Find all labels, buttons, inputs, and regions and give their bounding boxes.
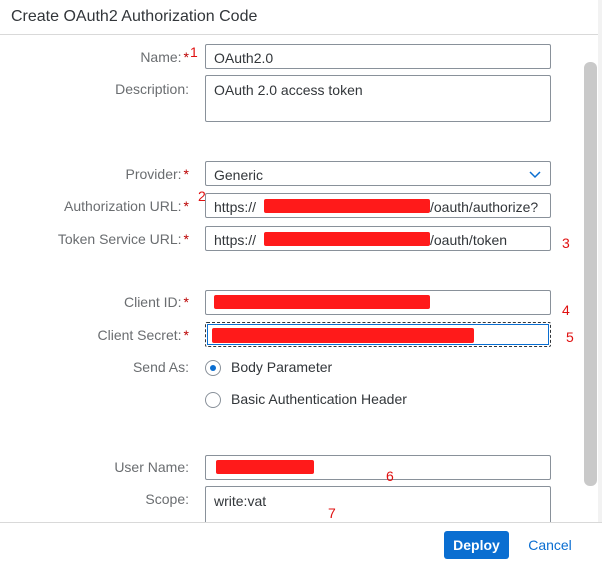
redaction-mark: [216, 460, 314, 474]
name-input[interactable]: OAuth2.0: [205, 44, 551, 69]
user-name-input[interactable]: [205, 455, 551, 480]
chevron-down-icon[interactable]: [528, 167, 542, 181]
redaction-mark: [212, 328, 474, 343]
scrollbar[interactable]: [584, 62, 597, 486]
radio-unselected-icon[interactable]: [205, 392, 221, 408]
dialog-header: Create OAuth2 Authorization Code: [0, 0, 602, 35]
authorization-url-input[interactable]: https:// /oauth/authorize?: [205, 193, 551, 218]
token-service-url-input[interactable]: https:// /oauth/token: [205, 226, 551, 251]
redaction-mark: [264, 232, 430, 246]
annotation-7: 7: [328, 505, 336, 521]
authorization-url-label: Authorization URL: *: [64, 198, 189, 214]
send-as-label: Send As:: [132, 359, 189, 375]
user-name-label: User Name:: [114, 459, 189, 475]
annotation-4: 4: [562, 302, 570, 318]
provider-select[interactable]: Generic: [205, 161, 551, 186]
required-marker: *: [183, 49, 189, 65]
client-secret-input[interactable]: [205, 322, 551, 347]
radio-selected-icon[interactable]: [205, 360, 221, 376]
description-label: Description:: [115, 81, 189, 97]
redaction-mark: [264, 199, 430, 213]
name-label: Name: *: [140, 49, 189, 65]
deploy-button[interactable]: Deploy: [444, 531, 509, 559]
redaction-mark: [214, 295, 430, 309]
background-edge: [598, 0, 602, 566]
scope-label: Scope:: [145, 491, 189, 507]
annotation-3: 3: [562, 235, 570, 251]
dialog-footer: [0, 522, 602, 567]
provider-label: Provider: *: [125, 166, 189, 182]
client-secret-label: Client Secret: *: [97, 327, 190, 343]
scope-textarea[interactable]: write:vat: [205, 486, 551, 526]
client-id-label: Client ID: *: [123, 294, 189, 310]
description-textarea[interactable]: OAuth 2.0 access token: [205, 75, 551, 122]
dialog-title: Create OAuth2 Authorization Code: [11, 8, 258, 25]
annotation-5: 5: [566, 329, 574, 345]
annotation-1: 1: [190, 44, 198, 60]
annotation-6: 6: [386, 468, 394, 484]
client-id-input[interactable]: [205, 290, 551, 315]
token-service-url-label: Token Service URL: *: [57, 231, 189, 247]
cancel-button[interactable]: Cancel: [520, 531, 580, 559]
